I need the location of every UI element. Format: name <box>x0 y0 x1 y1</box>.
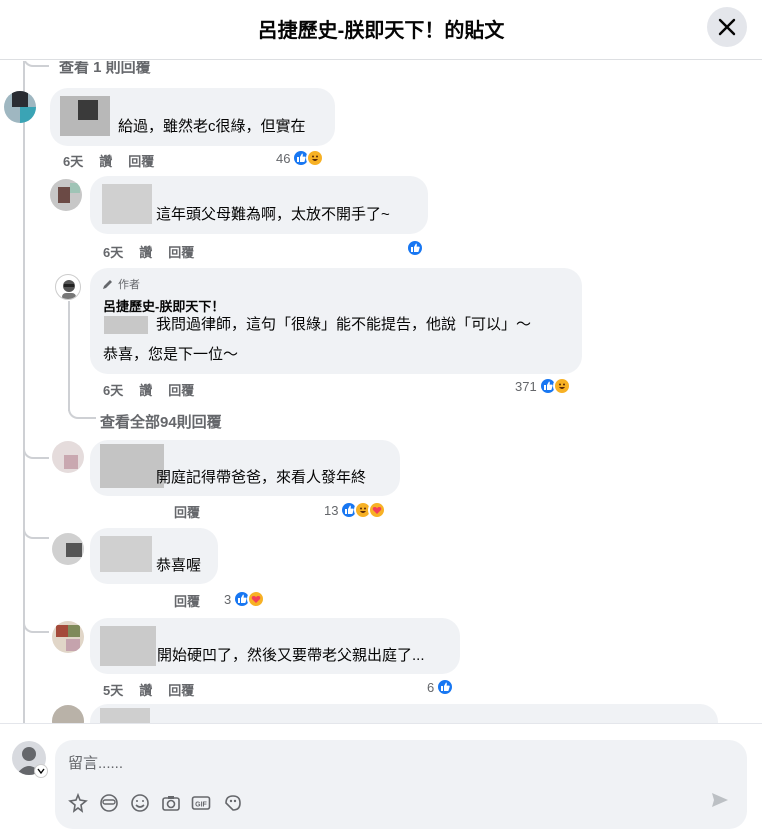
camera-icon <box>162 796 180 811</box>
reply-link[interactable]: 回覆 <box>168 242 194 261</box>
thread-connector <box>23 521 49 539</box>
reply-link[interactable]: 回覆 <box>174 502 200 521</box>
reaction-summary[interactable]: 371 <box>515 377 571 395</box>
comment-bubble: 作者 呂捷歷史-朕即天下！ 我問過律師，這句「很綠」能不能提告，他說「可以」～ … <box>90 268 582 374</box>
reaction-count: 13 <box>324 502 339 518</box>
avatar[interactable] <box>4 91 36 123</box>
chevron-down-icon <box>37 768 45 775</box>
avatar[interactable] <box>52 441 84 473</box>
reaction-summary[interactable]: 6 <box>427 678 455 696</box>
avatar[interactable] <box>52 621 84 653</box>
like-link[interactable]: 讚 <box>99 151 112 170</box>
like-link[interactable]: 讚 <box>139 242 152 261</box>
comment-actions: 回覆 <box>174 591 200 610</box>
reply-link[interactable]: 回覆 <box>128 151 154 170</box>
reply-link[interactable]: 回覆 <box>168 680 194 699</box>
dialog-header: 呂捷歷史-朕即天下！的貼文 <box>0 0 762 60</box>
thread-connector <box>23 615 49 633</box>
haha-icon <box>552 377 571 395</box>
comments-list: 查看 1 則回覆 給過，雖然老c很綠，但實在 6天 讚 回覆 46 這年頭父母難… <box>0 61 762 723</box>
comment-text: 恭喜喔 <box>156 557 202 574</box>
reaction-count: 6 <box>427 679 435 695</box>
thread-connector <box>23 61 49 67</box>
view-all-replies-link[interactable]: 查看全部94則回覆 <box>100 411 222 432</box>
send-icon <box>712 793 728 807</box>
comment-bubble: 給過，雖然老c很綠，但實在 <box>50 88 335 146</box>
reaction-summary[interactable] <box>406 239 424 257</box>
reply-link[interactable]: 回覆 <box>168 380 194 399</box>
like-icon <box>406 239 424 257</box>
pencil-icon <box>103 280 112 289</box>
comment-actions: 6天 讚 回覆 <box>103 380 194 399</box>
comment-bubble: 開始硬凹了，然後又要帶老父親出庭了... <box>90 618 460 674</box>
comment-placeholder: 留言...... <box>68 755 124 772</box>
avatar-sticker-icon <box>100 794 118 812</box>
comment-composer: 留言...... GIF <box>0 723 762 840</box>
thread-connector <box>68 401 96 419</box>
comment-actions: 回覆 <box>174 502 200 521</box>
comment-time[interactable]: 6天 <box>103 380 123 399</box>
gif-button[interactable]: GIF <box>190 792 212 814</box>
comment-bubble: 開庭記得帶爸爸，來看人發年終 <box>90 440 400 496</box>
comment-time[interactable]: 5天 <box>103 680 123 699</box>
reaction-summary[interactable]: 3 <box>224 590 266 608</box>
close-button[interactable] <box>707 7 747 47</box>
send-button[interactable] <box>709 789 731 811</box>
comment-text: 恭喜，您是下一位～ <box>103 346 239 363</box>
reaction-count: 3 <box>224 591 232 607</box>
dialog-title: 呂捷歷史-朕即天下！的貼文 <box>257 20 505 42</box>
paint-icon <box>225 795 241 811</box>
comment-text: 開始硬凹了，然後又要帶老父親出庭了... <box>157 647 425 664</box>
reaction-count: 46 <box>276 150 291 166</box>
avatar-sticker-button[interactable] <box>67 792 89 814</box>
avatar-emoji-button[interactable] <box>98 792 120 814</box>
like-icon <box>436 678 455 696</box>
reply-link[interactable]: 回覆 <box>174 591 200 610</box>
blurred-name <box>100 536 152 572</box>
comment-bubble <box>90 704 718 723</box>
comment-text: 我問過律師，這句「很綠」能不能提告，他說「可以」～ <box>156 316 532 333</box>
author-name[interactable]: 呂捷歷史-朕即天下！ <box>103 296 224 315</box>
profile-switch-button[interactable] <box>34 764 48 778</box>
comment-text: 給過，雖然老c很綠，但實在 <box>118 118 306 135</box>
comment-text: 這年頭父母難為啊，太放不開手了~ <box>156 206 390 223</box>
avatar[interactable] <box>50 179 82 211</box>
thread-line <box>68 301 70 411</box>
avatar[interactable] <box>52 533 84 565</box>
reaction-summary[interactable]: 13 <box>324 501 387 519</box>
like-link[interactable]: 讚 <box>139 380 152 399</box>
photo-button[interactable] <box>160 792 182 814</box>
comment-input[interactable]: 留言...... GIF <box>55 740 747 829</box>
comment-bubble: 恭喜喔 <box>90 528 218 584</box>
comment-time[interactable]: 6天 <box>63 151 83 170</box>
care-icon <box>247 590 266 608</box>
haha-icon <box>306 149 325 167</box>
blurred-name <box>100 626 156 666</box>
reaction-count: 371 <box>515 378 537 394</box>
blurred-name <box>100 444 164 488</box>
comment-actions: 5天 讚 回覆 <box>103 680 194 699</box>
gif-icon: GIF <box>191 796 211 810</box>
close-icon <box>718 18 736 36</box>
svg-text:GIF: GIF <box>195 802 207 809</box>
view-replies-link[interactable]: 查看 1 則回覆 <box>59 61 151 77</box>
author-avatar[interactable] <box>55 274 81 300</box>
emoji-icon <box>131 794 149 812</box>
care-icon <box>368 501 387 519</box>
thread-connector <box>23 441 49 459</box>
comment-actions: 6天 讚 回覆 <box>103 242 194 261</box>
comment-actions: 6天 讚 回覆 <box>63 151 154 170</box>
comment-text: 開庭記得帶爸爸，來看人發年終 <box>156 469 367 486</box>
comment-bubble: 這年頭父母難為啊，太放不開手了~ <box>90 176 428 234</box>
author-badge: 作者 <box>102 276 140 292</box>
emoji-button[interactable] <box>129 792 151 814</box>
avatar[interactable] <box>52 705 84 723</box>
sticker-icon <box>68 793 88 813</box>
comment-time[interactable]: 6天 <box>103 242 123 261</box>
blurred-tag <box>104 316 148 334</box>
blurred-name <box>102 184 152 224</box>
reaction-summary[interactable]: 46 <box>276 149 325 167</box>
sticker-button[interactable] <box>222 792 244 814</box>
like-link[interactable]: 讚 <box>139 680 152 699</box>
